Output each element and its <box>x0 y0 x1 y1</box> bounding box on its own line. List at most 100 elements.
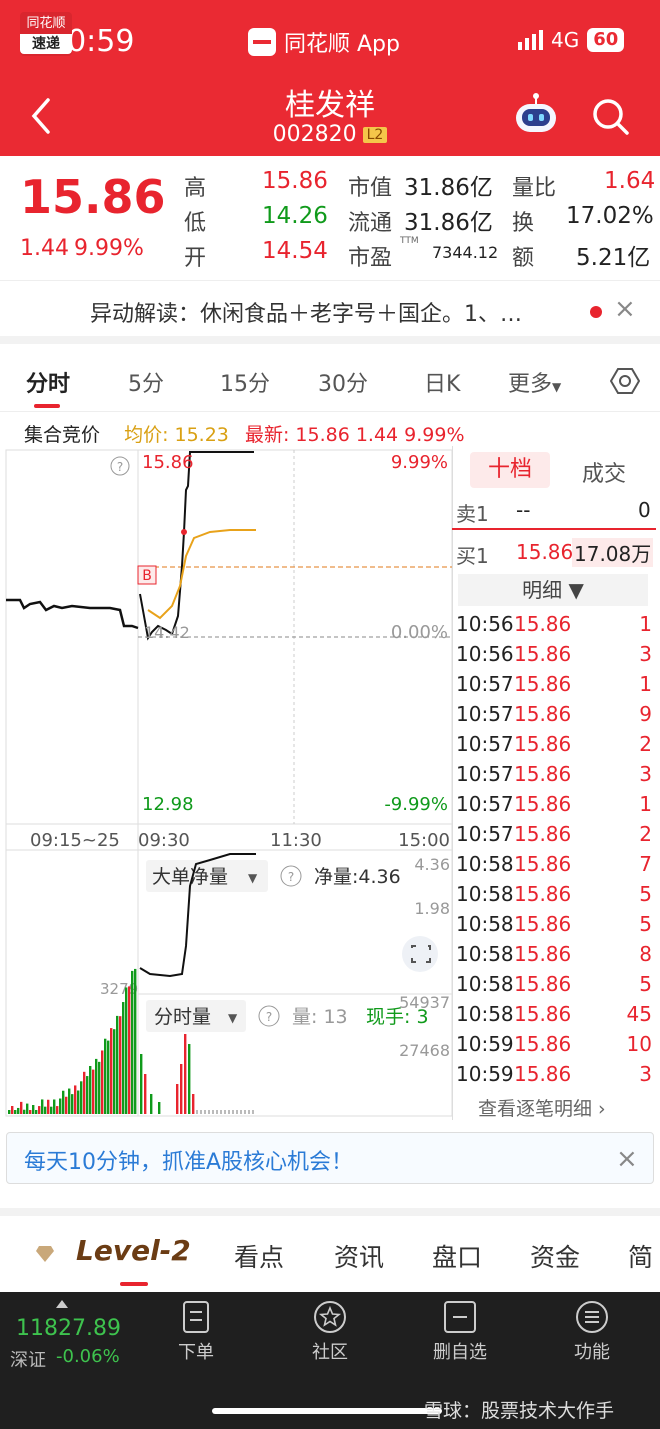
trade-row: 10:58 15.86 5 <box>456 972 652 1002</box>
volume-bar <box>244 1110 246 1114</box>
settings-icon[interactable] <box>610 366 640 396</box>
volume-help-icon[interactable]: ? <box>266 1010 272 1024</box>
trade-price: 15.86 <box>514 1032 572 1056</box>
trade-price: 15.86 <box>514 852 572 876</box>
nav-community[interactable]: 社区 <box>290 1300 370 1364</box>
tab-15min[interactable]: 15分 <box>220 366 270 398</box>
amount-value: 5.21亿 <box>576 245 651 271</box>
volume-bar <box>86 1076 89 1114</box>
volume-bar <box>26 1103 29 1114</box>
volume-bar <box>122 1002 125 1114</box>
header-bar: 10:59 同花顺 App 4G 60 桂发祥 002820 L2 <box>0 0 660 156</box>
volume-axis-max: 54937 <box>399 993 450 1012</box>
trade-row: 10:57 15.86 9 <box>456 702 652 732</box>
index-value[interactable]: 11827.89 <box>16 1316 121 1341</box>
tab-funds[interactable]: 资金 <box>530 1238 580 1274</box>
tab-more-label: 更多 <box>508 372 553 397</box>
volume-bar <box>29 1110 32 1114</box>
trade-row: 10:57 15.86 3 <box>456 762 652 792</box>
volume-bar <box>71 1094 74 1114</box>
stock-code-line: 002820 L2 <box>0 122 660 147</box>
volume-bar <box>23 1109 26 1114</box>
tab-orderbook[interactable]: 盘口 <box>432 1238 482 1274</box>
volume-bar <box>59 1098 62 1114</box>
volume-axis-mid: 27468 <box>399 1041 450 1060</box>
volume-bar <box>188 1044 191 1114</box>
volume-bar <box>107 1040 110 1114</box>
tab-ten-levels[interactable]: 十档 <box>470 452 550 488</box>
news-close-icon[interactable]: × <box>614 294 636 324</box>
tab-intraday[interactable]: 分时 <box>26 366 70 398</box>
float-value: 31.86亿 <box>404 210 493 236</box>
robot-assistant-icon[interactable] <box>512 92 560 136</box>
bigorder-help-icon[interactable]: ? <box>288 870 294 884</box>
volume-label[interactable]: 分时量 <box>154 1006 211 1028</box>
nav-community-label: 社区 <box>312 1342 348 1363</box>
volume-bar <box>110 1028 113 1114</box>
trade-volume: 3 <box>639 762 652 786</box>
trade-volume: 1 <box>639 672 652 696</box>
expand-up-icon[interactable] <box>56 1300 68 1308</box>
trade-row: 10:58 15.86 5 <box>456 912 652 942</box>
trade-row: 10:57 15.86 2 <box>456 732 652 762</box>
tab-highlights[interactable]: 看点 <box>234 1238 284 1274</box>
auction-label[interactable]: 集合竞价 <box>24 424 100 446</box>
promo-close-icon[interactable]: × <box>616 1144 638 1174</box>
trade-price: 15.86 <box>514 912 572 936</box>
status-bar: 10:59 同花顺 App 4G 60 <box>0 0 660 80</box>
trade-volume: 3 <box>639 1062 652 1086</box>
nav-functions-label: 功能 <box>574 1342 610 1363</box>
chart-help-icon[interactable]: ? <box>117 460 123 474</box>
volume-bar <box>252 1110 254 1114</box>
trade-volume: 1 <box>639 792 652 816</box>
search-icon[interactable] <box>590 96 630 136</box>
volume-bar <box>56 1106 59 1114</box>
nav-remove-watchlist[interactable]: 删自选 <box>420 1300 500 1364</box>
trade-volume: 8 <box>639 942 652 966</box>
news-text[interactable]: 异动解读：休闲食品＋老字号＋国企。1、… <box>90 296 522 328</box>
tab-brief[interactable]: 简 <box>628 1238 653 1274</box>
turnover-value: 17.02% <box>566 203 654 229</box>
low-label: 低 <box>184 211 207 236</box>
time-open: 09:30 <box>138 830 190 851</box>
tab-30min[interactable]: 30分 <box>318 366 368 398</box>
detail-dropdown[interactable]: 明细 ▼ <box>458 574 648 606</box>
tab-deals[interactable]: 成交 <box>582 456 626 488</box>
promo-text[interactable]: 每天10分钟，抓准A股核心机会！ <box>24 1144 353 1176</box>
tab-level2[interactable]: Level-2 <box>76 1234 191 1267</box>
tab-more[interactable]: 更多▼ <box>508 366 561 398</box>
trade-volume: 45 <box>626 1002 652 1026</box>
level2-badge: L2 <box>362 127 388 143</box>
bigorder-dropdown-icon[interactable]: ▼ <box>248 871 258 885</box>
trade-price: 15.86 <box>514 702 572 726</box>
volume-dropdown-icon[interactable]: ▼ <box>228 1011 238 1025</box>
trade-time: 10:58 <box>456 882 514 906</box>
trade-price: 15.86 <box>514 1002 572 1026</box>
axis-bottom-price: 12.98 <box>142 794 194 815</box>
volume-bar <box>158 1102 161 1114</box>
volume-bar <box>47 1099 50 1114</box>
tab-news[interactable]: 资讯 <box>334 1238 384 1274</box>
volume-bar <box>104 1038 107 1114</box>
volume-bar <box>44 1106 47 1114</box>
volume-bar <box>232 1110 234 1114</box>
axis-top-pct: 9.99% <box>391 452 448 473</box>
trade-time: 10:57 <box>456 762 514 786</box>
status-app: 同花顺 App <box>248 26 400 58</box>
volume-bar <box>176 1084 179 1114</box>
sub-axis-mid: 1.98 <box>414 899 450 918</box>
tab-daily[interactable]: 日K <box>424 366 460 398</box>
home-indicator[interactable] <box>212 1408 442 1414</box>
active-tab-indicator <box>34 404 60 408</box>
mcap-label: 市值 <box>348 176 393 201</box>
trade-volume: 3 <box>639 642 652 666</box>
chart-info-line: 集合竞价 均价: 15.23 最新: 15.86 1.44 9.99% <box>24 420 465 447</box>
status-app-name: 同花顺 App <box>284 32 400 57</box>
view-all-ticks-link[interactable]: 查看逐笔明细 › <box>478 1094 606 1121</box>
tab-5min[interactable]: 5分 <box>128 366 164 398</box>
nav-order[interactable]: 下单 <box>156 1300 236 1364</box>
avg-price: 均价: 15.23 <box>124 424 229 446</box>
trade-price: 15.86 <box>514 762 572 786</box>
pe-value: 7344.12 <box>432 243 499 262</box>
nav-functions[interactable]: 功能 <box>552 1300 632 1364</box>
